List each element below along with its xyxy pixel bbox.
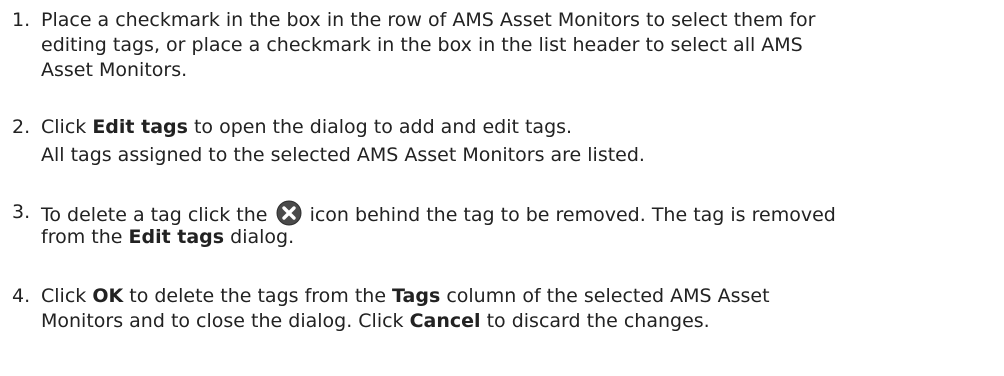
edit-tags-dialog-label: Edit tags [128,226,225,248]
step-2-text: Click Edit tags to open the dialog to ad… [41,115,997,140]
step-2-result: All tags assigned to the selected AMS As… [41,144,645,166]
step-2-number: 2. [12,116,31,138]
step-3-prefix: To delete a tag click the [41,204,274,226]
step-4-line-2-prefix: Monitors and to close the dialog. Click [41,310,410,332]
tags-column-label: Tags [392,285,441,307]
step-1-line-3: Asset Monitors. [41,59,188,81]
procedure-document: 1. Place a checkmark in the box in the r… [0,0,1004,376]
step-4-line-2-suffix: to discard the changes. [480,310,710,332]
close-circle-icon [276,200,302,226]
step-1-text: Place a checkmark in the box in the row … [41,8,997,83]
step-4: 4. Click OK to delete the tags from the … [0,284,1004,344]
step-4-line-1: Click OK to delete the tags from the Tag… [41,284,997,309]
step-4-line-2: Monitors and to close the dialog. Click … [41,309,997,334]
step-2-suffix: to open the dialog to add and edit tags. [187,116,573,138]
step-3-middle: icon behind the tag to be removed. The t… [303,204,836,226]
step-3-number: 3. [12,201,31,223]
step-3: 3. To delete a tag click the icon behind… [0,200,1004,258]
edit-tags-label: Edit tags [92,116,188,138]
step-2-prefix: Click [41,116,93,138]
step-2-line-1: Click Edit tags to open the dialog to ad… [41,115,997,140]
step-1-line-1: Place a checkmark in the box in the row … [41,9,816,31]
step-3-line-2-suffix: dialog. [224,226,295,248]
step-3-line-2: from the Edit tags dialog. [41,225,997,250]
step-4-mid: to delete the tags from the [123,285,393,307]
step-4-suffix: column of the selected AMS Asset [440,285,770,307]
step-3-line-1: To delete a tag click the icon behind th… [41,200,997,226]
step-1-line-2: editing tags, or place a checkmark in th… [41,34,803,56]
ok-label: OK [92,285,124,307]
step-2: 2. Click Edit tags to open the dialog to… [0,115,1004,175]
step-4-text: Click OK to delete the tags from the Tag… [41,284,997,334]
step-3-text: To delete a tag click the icon behind th… [41,200,997,250]
step-1-number: 1. [12,9,31,31]
step-1: 1. Place a checkmark in the box in the r… [0,8,1004,88]
step-3-line-2-prefix: from the [41,226,129,248]
cancel-label: Cancel [409,310,481,332]
step-4-number: 4. [12,285,31,307]
step-4-prefix: Click [41,285,93,307]
